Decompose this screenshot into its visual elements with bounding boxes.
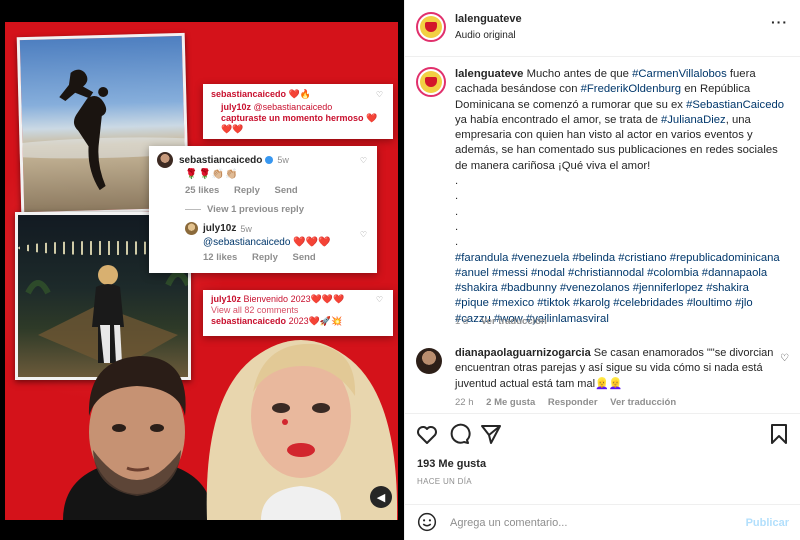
speaker-icon: ◀ [376,491,386,504]
post-header: lalenguateve Audio original ··· [405,0,800,57]
profile-avatar[interactable] [416,12,446,42]
action-bar [405,413,800,453]
card2-reply: Reply [233,185,260,196]
card3-view-all: View all 82 comments [211,305,299,315]
card2-avatar [157,152,173,168]
card3-heart-icon: ♡ [375,295,383,304]
verified-badge-icon [265,156,274,164]
dot-line: . [455,205,459,218]
card1-reply-username: july10z [221,102,252,112]
card2-reply-emoji: ❤️❤️❤️ [293,237,331,248]
caption-meta: 1 d Ver traducción [455,316,557,327]
comment-like-heart-icon[interactable]: ♡ [780,353,789,364]
comment-body: dianapaolaguarnizogarcia Se casan enamor… [455,346,775,392]
comment-likes[interactable]: 2 Me gusta [486,397,535,408]
card2-heart-icon: ♡ [359,156,367,165]
caption-part: Mucho antes de que [526,68,633,80]
post-media[interactable]: sebastiancaicedo ❤️🔥 ♡ july10z @sebastia… [0,0,404,540]
card2-send: Send [274,185,298,196]
caption-part: ya había encontrado el amor, se trata de [455,113,661,126]
emoji-icon[interactable] [417,512,437,532]
caption-translate-link[interactable]: Ver traducción [481,316,547,327]
card2-reply-likes: 12 likes [203,252,238,263]
more-icon[interactable]: ··· [771,14,788,30]
woman-portrait [206,340,398,520]
card2-reply-reply: Reply [251,252,278,263]
card2-reply-time: 5w [240,223,252,234]
share-icon[interactable] [479,422,503,446]
card2-reply-avatar [185,222,198,235]
card2-username: sebastiancaicedo [179,154,263,166]
video-frame: sebastiancaicedo ❤️🔥 ♡ july10z @sebastia… [5,22,398,520]
hashtag-link[interactable]: #JulianaDiez [661,114,726,126]
caption-avatar[interactable] [416,67,446,97]
comments-scroll[interactable]: lalenguateve Mucho antes de que #CarmenV… [405,58,800,412]
card1-reply-emoji: ❤️ [366,113,378,123]
comment-time: 22 h [455,397,474,408]
card2-emoji: 🌹🌹👏🏼👏🏼 [185,169,239,180]
caption-text: lalenguateve Mucho antes de que #CarmenV… [455,67,785,327]
comment-translate-link[interactable]: Ver traducción [610,397,676,408]
comment-icon[interactable] [447,422,471,446]
card1-heart-icon: ♡ [375,90,383,99]
card2-view-previous: View 1 previous reply [185,204,369,215]
comment-avatar[interactable] [416,348,442,374]
card2-time: 5w [277,155,289,165]
dot-line: . [455,190,459,203]
hashtag-link[interactable]: #SebastianCaicedo [686,99,784,111]
card2-reply-heart-icon: ♡ [359,230,367,239]
header-username[interactable]: lalenguateve [455,13,522,25]
dot-line: . [455,236,459,249]
heart-icon[interactable] [415,422,439,446]
post-sidebar: lalenguateve Audio original ··· lalengua… [404,0,800,540]
caption-time: 1 d [455,316,469,327]
bookmark-icon[interactable] [767,422,791,446]
comment-input[interactable]: Agrega un comentario... [450,517,567,529]
caption-username[interactable]: lalenguateve [455,68,523,80]
hashtag-link[interactable]: #FrederikOldenburg [581,83,681,95]
card1-reply-text: capturaste un momento hermoso [221,113,364,123]
comment-reply-link[interactable]: Responder [548,397,598,408]
comment-username[interactable]: dianapaolaguarnizogarcia [455,347,591,359]
comment-card-1: sebastiancaicedo ❤️🔥 ♡ july10z @sebastia… [203,84,393,139]
card2-reply-username: july10z [203,223,237,234]
comment-composer: Agrega un comentario... Publicar [405,504,800,540]
card1-emoji: ❤️🔥 [288,89,311,99]
man-portrait [63,356,213,520]
card1-reply-mention: @sebastiancaicedo [253,102,333,112]
card2-reply-mention: @sebastiancaicedo [203,237,291,248]
card1-reply-emoji-line2: ❤️❤️ [221,124,244,134]
card1-username: sebastiancaicedo [211,89,287,99]
post-button[interactable]: Publicar [746,517,789,529]
comment-card-2: sebastiancaicedo 5w ♡ 🌹🌹👏🏼👏🏼 25 likes Re… [149,146,377,273]
caption-dots: . . . . . [455,174,785,250]
post-time-ago: HACE UN DÍA [417,477,472,486]
hashtag-link[interactable]: #CarmenVillalobos [632,68,727,80]
card2-likes: 25 likes [185,185,220,196]
comment-meta: 22 h 2 Me gusta Responder Ver traducción [455,397,686,408]
audio-label[interactable]: Audio original [455,30,516,41]
dot-line: . [455,220,459,233]
card3-line1-text: Bienvenido 2023❤️❤️❤️ [243,294,345,304]
card3-line1-user: july10z [211,294,242,304]
mute-toggle-button[interactable]: ◀ [370,486,392,508]
dot-line: . [455,175,459,188]
likes-count[interactable]: 193 Me gusta [417,458,486,470]
card2-reply-send: Send [292,252,316,263]
